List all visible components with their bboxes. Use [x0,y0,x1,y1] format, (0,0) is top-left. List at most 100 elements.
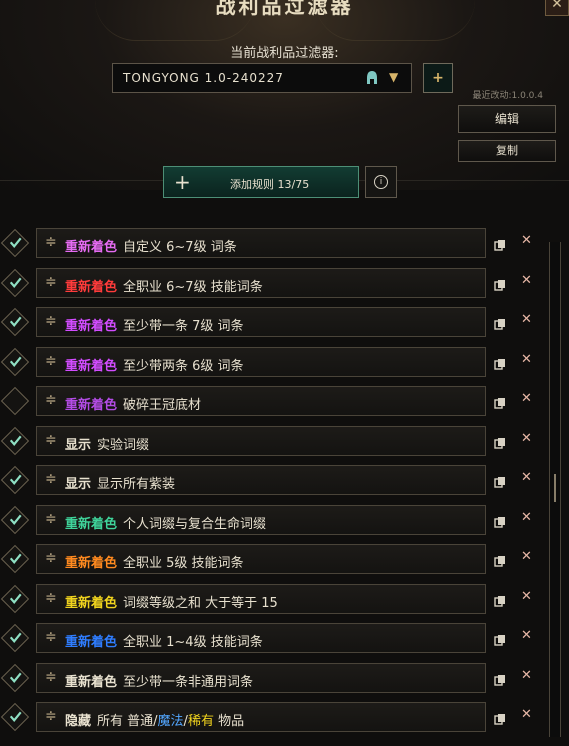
drag-handle-icon[interactable]: ≑ [45,393,57,409]
rule-enabled-checkbox[interactable] [0,426,30,455]
rule-row[interactable]: ≑ 重新着色 至少带两条 6级 词条 ✕ [0,345,569,379]
drag-handle-icon[interactable]: ≑ [45,353,57,370]
rule-enabled-checkbox[interactable] [0,623,30,653]
rule-description: 至少带两条 6级 词条 [123,358,244,374]
delete-rule-icon[interactable]: ✕ [521,707,532,722]
rule-row[interactable]: ≑ 重新着色 全职业 1~4级 技能词条 ✕ [0,621,569,655]
rule-box[interactable]: ≑ 重新着色 全职业 6~7级 技能词条 [36,267,486,298]
drag-handle-icon[interactable]: ≑ [45,669,57,686]
rule-row[interactable]: ≑ 重新着色 自定义 6~7级 词条 ✕ [0,226,569,260]
rule-row[interactable]: ≑ 重新着色 至少带一条非通用词条 ✕ [0,661,569,695]
rule-box[interactable]: ≑ 显示 显示所有紫装 [36,465,486,495]
drag-handle-icon[interactable]: ≑ [45,274,57,291]
delete-rule-icon[interactable]: ✕ [521,391,532,406]
drag-handle-icon[interactable]: ≑ [45,590,57,607]
delete-rule-icon[interactable]: ✕ [521,549,532,564]
copy-rule-icon[interactable] [494,434,506,449]
drag-handle-icon[interactable]: ≑ [45,551,57,567]
rule-row[interactable]: ≑ 显示 显示所有紫装 ✕ [0,463,569,497]
rule-enabled-checkbox[interactable] [0,386,30,416]
rule-box[interactable]: ≑ 显示 实验词缀 [36,425,486,456]
drag-handle-icon[interactable]: ≑ [45,472,57,488]
rule-action: 重新着色 [65,398,118,413]
rule-enabled-checkbox[interactable] [0,663,30,692]
filter-dropdown-value: TONGYONG 1.0-240227 [123,71,284,85]
rule-action: 重新着色 [65,358,118,374]
drag-handle-icon[interactable]: ≑ [45,314,57,330]
delete-rule-icon[interactable]: ✕ [521,628,532,643]
rule-action: 重新着色 [65,635,118,650]
info-button[interactable]: i [365,166,397,198]
rule-description: 至少带一条 7级 词条 [123,319,244,334]
filter-dropdown[interactable]: TONGYONG 1.0-240227 ▼ [112,63,412,93]
rule-enabled-checkbox[interactable] [0,544,30,574]
rule-enabled-checkbox[interactable] [0,228,30,258]
delete-rule-icon[interactable]: ✕ [521,431,532,446]
drag-handle-icon[interactable]: ≑ [45,709,57,725]
rule-box[interactable]: ≑ 重新着色 自定义 6~7级 词条 [36,228,486,258]
copy-rule-icon[interactable] [494,276,506,291]
rule-enabled-checkbox[interactable] [0,505,30,534]
drag-handle-icon[interactable]: ≑ [45,432,57,449]
copy-rule-icon[interactable] [494,394,506,409]
rule-description: 至少带一条非通用词条 [123,674,254,690]
rule-enabled-checkbox[interactable] [0,465,30,495]
rule-row[interactable]: ≑ 重新着色 破碎王冠底材 ✕ [0,384,569,418]
rule-row[interactable]: ≑ 重新着色 个人词缀与复合生命词缀 ✕ [0,503,569,537]
copy-rule-icon[interactable] [494,592,506,607]
rule-text: 重新着色 至少带一条 7级 词条 [65,315,244,334]
delete-rule-icon[interactable]: ✕ [521,668,532,683]
rule-enabled-checkbox[interactable] [0,268,30,297]
rule-box[interactable]: ≑ 重新着色 词缀等级之和 大于等于 15 [36,583,486,614]
rule-enabled-checkbox[interactable] [0,584,30,613]
rule-row[interactable]: ≑ 隐藏 所有 普通/魔法/稀有 物品 ✕ [0,700,569,734]
edit-button[interactable]: 编辑 [458,105,556,133]
copy-rule-icon[interactable] [494,236,506,251]
copy-rule-icon[interactable] [494,355,506,370]
copy-rule-icon[interactable] [494,513,506,528]
copy-rule-icon[interactable] [494,671,506,686]
rule-enabled-checkbox[interactable] [0,702,30,732]
close-button[interactable]: ✕ [545,0,569,16]
rule-box[interactable]: ≑ 重新着色 全职业 5级 技能词条 [36,544,486,574]
scrollbar[interactable] [549,242,561,737]
rule-row[interactable]: ≑ 显示 实验词缀 ✕ [0,424,569,458]
last-modified-text: 最近改动:1.0.0.4 [472,91,543,101]
rule-box[interactable]: ≑ 重新着色 至少带一条 7级 词条 [36,307,486,337]
delete-rule-icon[interactable]: ✕ [521,233,532,248]
rule-text: 隐藏 所有 普通/魔法/稀有 物品 [65,710,244,729]
copy-rule-icon[interactable] [494,552,506,567]
rule-action: 重新着色 [65,279,118,295]
delete-rule-icon[interactable]: ✕ [521,312,532,327]
rule-row[interactable]: ≑ 重新着色 至少带一条 7级 词条 ✕ [0,305,569,339]
delete-rule-icon[interactable]: ✕ [521,470,532,485]
copy-rule-icon[interactable] [494,315,506,330]
scrollbar-thumb[interactable] [551,474,559,502]
rule-box[interactable]: ≑ 重新着色 破碎王冠底材 [36,386,486,416]
drag-handle-icon[interactable]: ≑ [45,235,57,251]
new-filter-button[interactable]: + [423,63,453,93]
rule-row[interactable]: ≑ 重新着色 全职业 5级 技能词条 ✕ [0,542,569,576]
rule-enabled-checkbox[interactable] [0,347,30,376]
rule-box[interactable]: ≑ 重新着色 全职业 1~4级 技能词条 [36,623,486,653]
rule-box[interactable]: ≑ 隐藏 所有 普通/魔法/稀有 物品 [36,702,486,732]
copy-rule-icon[interactable] [494,473,506,488]
delete-rule-icon[interactable]: ✕ [521,510,532,525]
rule-box[interactable]: ≑ 重新着色 至少带一条非通用词条 [36,662,486,693]
copy-rule-icon[interactable] [494,710,506,725]
add-rule-button[interactable]: + 添加规则 13/75 [163,166,359,198]
delete-rule-icon[interactable]: ✕ [521,273,532,288]
delete-rule-icon[interactable]: ✕ [521,352,532,367]
drag-handle-icon[interactable]: ≑ [45,511,57,528]
rule-box[interactable]: ≑ 重新着色 至少带两条 6级 词条 [36,346,486,377]
rule-box[interactable]: ≑ 重新着色 个人词缀与复合生命词缀 [36,504,486,535]
rule-description-part: 魔法 [157,714,184,729]
rule-row[interactable]: ≑ 重新着色 全职业 6~7级 技能词条 ✕ [0,266,569,300]
copy-button[interactable]: 复制 [458,140,556,162]
rule-enabled-checkbox[interactable] [0,307,30,337]
drag-handle-icon[interactable]: ≑ [45,630,57,646]
delete-rule-icon[interactable]: ✕ [521,589,532,604]
rule-row[interactable]: ≑ 重新着色 词缀等级之和 大于等于 15 ✕ [0,582,569,616]
rule-text: 重新着色 破碎王冠底材 [65,394,201,413]
copy-rule-icon[interactable] [494,631,506,646]
